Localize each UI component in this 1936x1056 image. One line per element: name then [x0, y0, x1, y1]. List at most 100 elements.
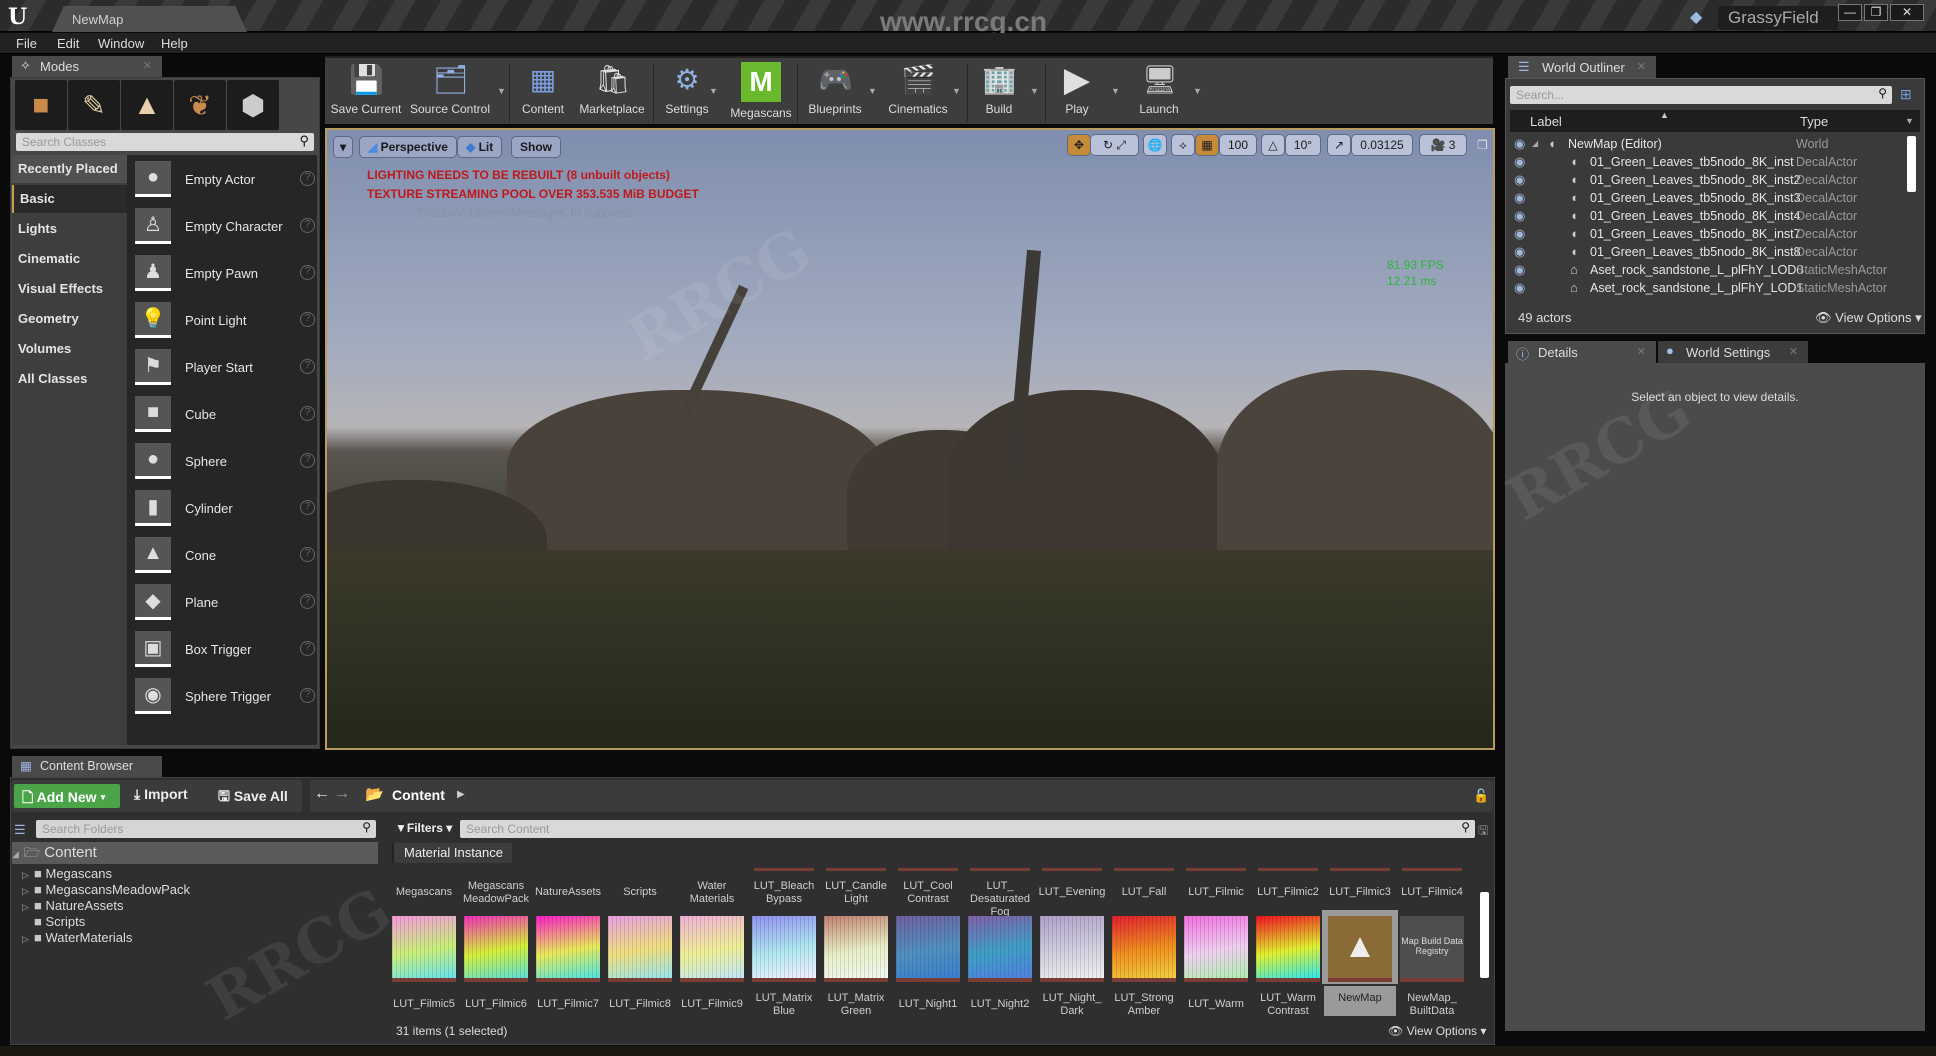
asset-tile[interactable]: LUT_Filmic — [1180, 886, 1252, 899]
lut-texture-thumbnail[interactable] — [608, 916, 672, 982]
import-button[interactable]: ⤓ Import — [134, 786, 188, 803]
visibility-eye-icon[interactable]: ◉ — [1514, 208, 1525, 224]
world-outliner-tab[interactable]: ☰ World Outliner ✕ — [1508, 56, 1656, 78]
search-folders-input[interactable]: Search Folders ⚲ — [36, 820, 376, 838]
save-all-button[interactable]: 🖫 Save All — [218, 786, 288, 810]
class-item-empty-pawn[interactable]: ♟ Empty Pawn? — [135, 255, 315, 295]
lut-texture-thumbnail[interactable] — [968, 916, 1032, 982]
rotate-icon[interactable]: ↻ — [1103, 138, 1113, 152]
lut-texture-thumbnail[interactable] — [1184, 916, 1248, 982]
save-search-icon[interactable]: 🖫 — [1478, 821, 1488, 842]
add-folder-icon[interactable]: ⊞ — [1900, 86, 1912, 103]
class-item-player-start[interactable]: ⚑ Player Start? — [135, 349, 315, 389]
close-tab-icon[interactable]: ✕ — [143, 59, 152, 72]
search-classes-input[interactable]: Search Classes ⚲ — [16, 133, 314, 151]
rotation-snap-toggle[interactable]: △ — [1261, 134, 1285, 156]
asset-label[interactable]: LUT_Strong Amber — [1108, 992, 1180, 1018]
blueprints-button[interactable]: 🎮 Blueprints — [803, 62, 867, 124]
category-recently-placed[interactable]: Recently Placed — [12, 155, 127, 183]
collapsed-arrow-icon[interactable]: ▷ — [22, 886, 34, 897]
lut-texture-thumbnail[interactable] — [536, 916, 600, 982]
help-icon[interactable]: ? — [300, 265, 315, 280]
asset-label[interactable]: LUT_Matrix Green — [820, 992, 892, 1018]
asset-label[interactable]: LUT_Filmic8 — [604, 998, 676, 1011]
search-content-input[interactable]: Search Content ⚲ — [460, 820, 1475, 838]
visibility-eye-icon[interactable]: ◉ — [1514, 244, 1525, 260]
document-tab[interactable]: NewMap — [52, 6, 247, 32]
class-item-empty-character[interactable]: ♙ Empty Character? — [135, 208, 315, 248]
close-tab-icon[interactable]: ✕ — [1637, 345, 1646, 358]
category-cinematic[interactable]: Cinematic — [12, 245, 127, 273]
asset-tile[interactable]: LUT_Evening — [1036, 886, 1108, 899]
perspective-button[interactable]: ◢ Perspective — [359, 136, 457, 158]
collapsed-arrow-icon[interactable]: ▷ — [22, 934, 34, 945]
outliner-row[interactable]: ◉ ◖ 01_Green_Leaves_tb5nodo_8K_inst8 DecalA… — [1510, 244, 1910, 262]
asset-label[interactable]: LUT_Matrix Blue — [748, 992, 820, 1018]
settings-button[interactable]: ⚙ Settings — [659, 62, 715, 124]
asset-tile[interactable]: LUT_Filmic2 — [1252, 886, 1324, 899]
breadcrumb-arrow-icon[interactable]: ▶ — [457, 789, 465, 800]
marketplace-button[interactable]: 🛍 Marketplace — [577, 62, 647, 124]
asset-tile[interactable]: LUT_Filmic4 — [1396, 886, 1468, 899]
surface-snap-button[interactable]: ⟡ — [1171, 134, 1195, 156]
help-icon[interactable]: ? — [300, 547, 315, 562]
rotation-snap-value[interactable]: 10° — [1285, 134, 1321, 156]
class-item-empty-actor[interactable]: ● Empty Actor? — [135, 161, 315, 201]
foliage-mode-button[interactable]: ❦ — [174, 80, 226, 130]
menu-window[interactable]: Window — [98, 36, 144, 51]
help-icon[interactable]: ? — [300, 312, 315, 327]
grid-snap-value[interactable]: 100 — [1219, 134, 1257, 156]
expanded-arrow-icon[interactable]: ◢ — [12, 849, 24, 860]
content-browser-tab[interactable]: ▦ Content Browser — [12, 756, 162, 777]
cinematics-dropdown-icon[interactable]: ▼ — [952, 86, 961, 96]
close-tab-icon[interactable]: ✕ — [1789, 345, 1798, 358]
menu-file[interactable]: File — [16, 36, 37, 51]
outliner-row[interactable]: ◉ ⌂ Aset_rock_sandstone_L_plFhY_LOD1 Static… — [1510, 280, 1910, 298]
class-item-sphere[interactable]: ● Sphere? — [135, 443, 315, 483]
visibility-eye-icon[interactable]: ◉ — [1514, 172, 1525, 188]
outliner-row[interactable]: ◉ ◖ 01_Green_Leaves_tb5nodo_8K_inst3 DecalA… — [1510, 190, 1910, 208]
collapsed-arrow-icon[interactable]: ▷ — [22, 902, 34, 913]
landscape-mode-button[interactable]: ▲ — [121, 80, 173, 130]
outliner-row[interactable]: ◉ ◖ 01_Green_Leaves_tb5nodo_8K_inst2 DecalA… — [1510, 172, 1910, 190]
outliner-row[interactable]: ◉ ◢ ◖ NewMap (Editor) World — [1510, 136, 1910, 154]
outliner-row[interactable]: ◉ ◖ 01_Green_Leaves_tb5nodo_8K_inst4 DecalA… — [1510, 208, 1910, 226]
asset-label[interactable]: NewMap_ BuiltData — [1396, 992, 1468, 1018]
help-icon[interactable]: ? — [300, 594, 315, 609]
asset-tile[interactable]: LUT_ Desaturated Fog — [964, 880, 1036, 919]
help-icon[interactable]: ? — [300, 359, 315, 374]
asset-label[interactable]: LUT_Filmic6 — [460, 998, 532, 1011]
folder-tree-item[interactable]: ▷ ■ Megascans — [22, 866, 112, 881]
geometry-mode-button[interactable]: ⬢ — [227, 80, 279, 130]
asset-tile[interactable]: LUT_Fall — [1108, 886, 1180, 899]
asset-label[interactable]: LUT_Warm Contrast — [1252, 992, 1324, 1018]
launch-button[interactable]: 🖥 Launch — [1127, 62, 1191, 124]
asset-scrollbar[interactable] — [1480, 892, 1489, 978]
lit-button[interactable]: ◆ Lit — [457, 136, 503, 158]
modes-tab[interactable]: ✧ Modes ✕ — [12, 56, 162, 77]
asset-label[interactable]: LUT_Filmic9 — [676, 998, 748, 1011]
menu-edit[interactable]: Edit — [57, 36, 79, 51]
help-icon[interactable]: ? — [300, 218, 315, 233]
folder-tree-item[interactable]: ▷ ■ NatureAssets — [22, 898, 124, 913]
world-local-toggle[interactable]: 🌐 — [1143, 134, 1167, 156]
asset-label[interactable]: LUT_Night_ Dark — [1036, 992, 1108, 1018]
asset-tile[interactable]: LUT_Candle Light — [820, 880, 892, 906]
asset-label[interactable]: LUT_Night1 — [892, 998, 964, 1011]
visibility-eye-icon[interactable]: ◉ — [1514, 190, 1525, 206]
help-icon[interactable]: ? — [300, 641, 315, 656]
outliner-scrollbar[interactable] — [1907, 136, 1916, 192]
save-current-button[interactable]: 💾 Save Current — [329, 62, 403, 124]
column-dropdown-icon[interactable]: ▼ — [1905, 116, 1914, 126]
back-arrow-icon[interactable]: ← — [314, 785, 330, 803]
category-volumes[interactable]: Volumes — [12, 335, 127, 363]
folder-tile[interactable]: Water Materials — [676, 880, 748, 906]
lut-texture-thumbnail[interactable] — [752, 916, 816, 982]
content-view-options[interactable]: 👁 View Options ▾ — [1388, 1024, 1486, 1038]
maximize-button[interactable]: ❐ — [1864, 4, 1888, 21]
level-asset-thumbnail[interactable]: ▲ — [1322, 910, 1398, 984]
camera-speed-button[interactable]: 🎥 3 — [1419, 134, 1467, 156]
scale-snap-value[interactable]: 0.03125 — [1351, 134, 1413, 156]
help-icon[interactable]: ? — [300, 406, 315, 421]
content-button[interactable]: ▦ Content — [515, 62, 571, 124]
